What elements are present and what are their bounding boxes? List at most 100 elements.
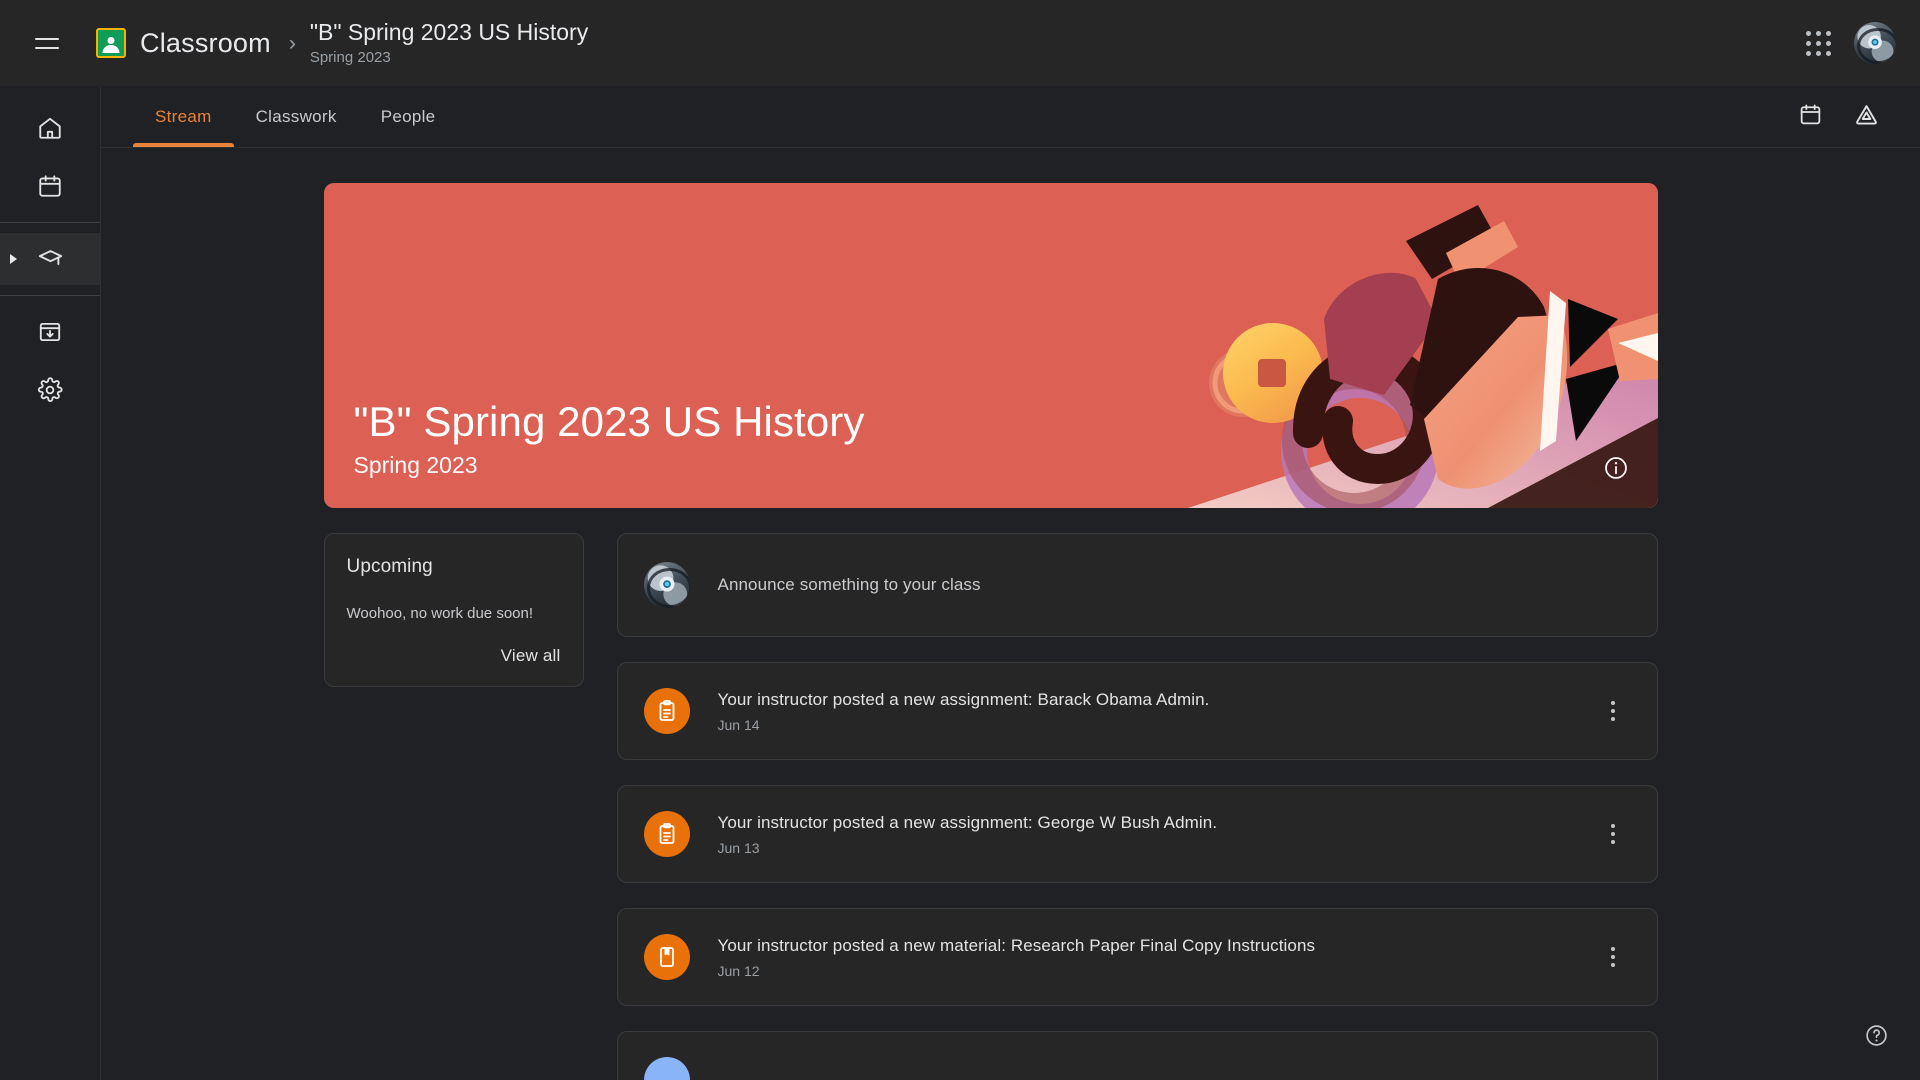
list-item-date: Jun 13 (717, 839, 760, 856)
list-item-body: Your instructor posted a new assignment:… (718, 688, 1591, 735)
breadcrumb[interactable]: "B" Spring 2023 US History Spring 2023 (310, 19, 588, 68)
grid-dot (1805, 30, 1811, 36)
sidebar-item-home[interactable] (0, 102, 100, 154)
sidebar-item-enrolled[interactable] (0, 233, 100, 285)
banner-title: "B" Spring 2023 US History (353, 398, 865, 445)
announcement-placeholder: Announce something to your class (717, 575, 981, 594)
open-drive-folder-button[interactable] (1842, 93, 1890, 141)
grid-dot (1825, 40, 1831, 46)
assignment-clipboard-icon (643, 811, 690, 857)
grid-dot (1805, 50, 1811, 56)
announcement-composer[interactable]: Announce something to your class (616, 533, 1658, 637)
avatar (643, 562, 690, 608)
stream-columns: Upcoming Woohoo, no work due soon! View … (323, 533, 1658, 1080)
grid-dot (1825, 30, 1831, 36)
grid-dot (1815, 50, 1821, 56)
left-column: Upcoming Woohoo, no work due soon! View … (323, 533, 584, 1080)
avatar[interactable] (1854, 22, 1896, 64)
help-button[interactable] (1854, 1016, 1898, 1060)
list-item[interactable]: Your instructor posted a new material: R… (616, 908, 1658, 1006)
kebab-dot (1610, 840, 1615, 844)
calendar-icon (37, 173, 63, 199)
gear-icon (37, 377, 63, 403)
hamburger-bar (35, 46, 59, 49)
sidebar-item-archived[interactable] (0, 306, 100, 358)
tab-classwork-label: Classwork (255, 106, 337, 126)
open-calendar-button[interactable] (1786, 93, 1834, 141)
user-avatar-image (643, 562, 690, 608)
list-item-body: Your instructor posted a new assignment:… (718, 811, 1591, 858)
list-item-date: Jun 14 (717, 716, 760, 733)
tab-stream[interactable]: Stream (133, 86, 234, 147)
kebab-menu-icon[interactable] (1591, 812, 1635, 856)
grid-dot (1815, 40, 1821, 46)
list-item-date: Jun 12 (717, 962, 760, 979)
assignment-clipboard-icon (643, 688, 690, 734)
list-item[interactable]: Your instructor posted a new assignment:… (616, 785, 1658, 883)
kebab-dot (1610, 963, 1615, 967)
classroom-logo-icon (96, 28, 126, 58)
left-navigation-rail (0, 86, 101, 1080)
list-item[interactable]: Your instructor posted a new assignment:… (616, 662, 1658, 760)
grid-dot (1805, 40, 1811, 46)
user-avatar-image (1854, 22, 1896, 64)
brand-name: Classroom (140, 27, 271, 58)
google-apps-grid-icon[interactable] (1792, 17, 1844, 69)
stream-content: "B" Spring 2023 US History Spring 2023 U… (323, 148, 1658, 1080)
top-app-bar: Classroom › "B" Spring 2023 US History S… (0, 0, 1920, 86)
sidebar-item-calendar[interactable] (0, 160, 100, 212)
kebab-menu-icon[interactable] (1591, 935, 1635, 979)
banner-artwork (1187, 183, 1658, 508)
sidebar-item-settings[interactable] (0, 364, 100, 416)
info-icon (1603, 455, 1629, 486)
tab-list: Stream Classwork People (133, 86, 457, 147)
banner-subtitle: Spring 2023 (353, 452, 478, 478)
tab-stream-label: Stream (155, 106, 212, 126)
kebab-dot (1610, 717, 1615, 721)
list-item[interactable] (616, 1031, 1658, 1080)
google-drive-icon (1853, 101, 1880, 133)
kebab-dot (1610, 701, 1615, 705)
stream-item-list: Your instructor posted a new assignment:… (616, 662, 1658, 1080)
home-icon (37, 115, 63, 141)
chevron-right-icon[interactable] (10, 254, 17, 264)
class-tab-bar: Stream Classwork People (101, 86, 1920, 148)
right-column: Announce something to your class Your in… (616, 533, 1658, 1080)
rail-divider (0, 222, 100, 223)
hamburger-bar (35, 37, 59, 40)
tab-people-label: People (380, 106, 436, 126)
kebab-dot (1610, 824, 1615, 828)
grid-dot (1815, 30, 1821, 36)
list-item-title: Your instructor posted a new assignment:… (717, 812, 1218, 832)
classroom-home-link[interactable]: Classroom (96, 28, 271, 59)
grid-dot (1825, 50, 1831, 56)
kebab-dot (1610, 947, 1615, 951)
view-all-link[interactable]: View all (347, 646, 561, 666)
banner-info-button[interactable] (1596, 450, 1636, 490)
page-title: "B" Spring 2023 US History (309, 18, 589, 45)
upcoming-card: Upcoming Woohoo, no work due soon! View … (323, 533, 584, 687)
help-question-icon (1864, 1023, 1889, 1053)
list-item-body: Your instructor posted a new material: R… (718, 934, 1591, 981)
kebab-menu-icon[interactable] (1591, 689, 1635, 733)
tab-bar-actions (1786, 86, 1920, 147)
graduation-cap-icon (37, 246, 64, 273)
main-scroll-area[interactable]: "B" Spring 2023 US History Spring 2023 U… (101, 148, 1920, 1080)
rail-divider (0, 295, 100, 296)
calendar-icon (1798, 102, 1823, 132)
upcoming-title: Upcoming (346, 556, 433, 577)
hamburger-menu-icon[interactable] (18, 14, 76, 72)
kebab-dot (1610, 709, 1615, 713)
breadcrumb-chevron-icon: › (288, 31, 296, 55)
material-book-icon (643, 934, 690, 980)
list-item-title: Your instructor posted a new assignment:… (717, 689, 1210, 709)
tab-people[interactable]: People (359, 86, 458, 147)
announcement-avatar-icon (643, 1057, 690, 1080)
class-banner[interactable]: "B" Spring 2023 US History Spring 2023 (323, 183, 1658, 508)
banner-text-block: "B" Spring 2023 US History Spring 2023 (354, 396, 865, 480)
kebab-dot (1610, 832, 1615, 836)
app-bar-actions (1792, 17, 1920, 69)
tab-classwork[interactable]: Classwork (234, 86, 359, 147)
upcoming-empty-message: Woohoo, no work due soon! (346, 605, 534, 622)
archive-box-icon (37, 319, 63, 345)
